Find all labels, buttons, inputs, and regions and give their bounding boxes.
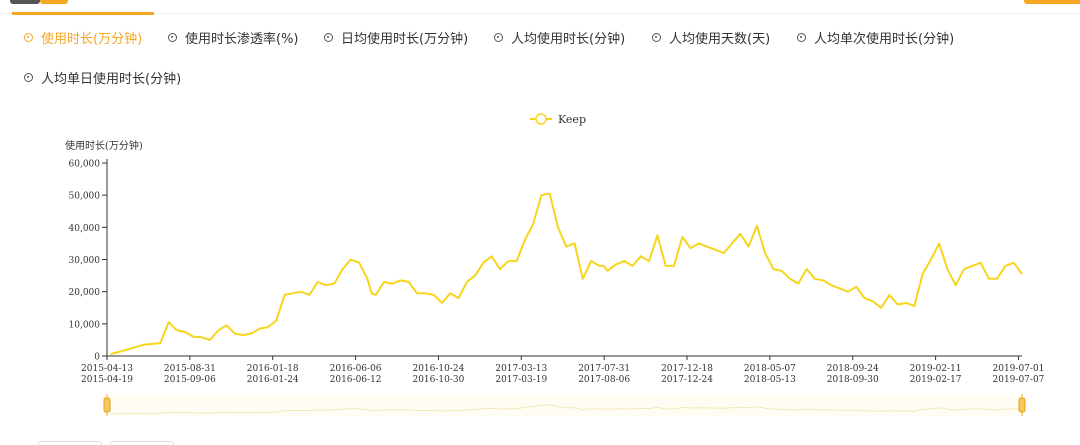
chart-legend[interactable]: Keep <box>530 113 586 126</box>
metric-tabs: 使用时长(万分钟) 使用时长渗透率(%) 日均使用时长(万分钟) 人均使用时长(… <box>0 0 1080 100</box>
x-axis: 2015-04-132015-04-19 2015-08-312015-09-06… <box>81 355 1045 385</box>
y-tick-label: 50,000 <box>69 192 101 202</box>
x-tick-label: 2018-05-07 <box>744 364 796 374</box>
bottom-button-2[interactable] <box>110 441 174 445</box>
tab-per-session-duration[interactable]: 人均单次使用时长(分钟) <box>797 28 954 47</box>
tab-per-user-duration[interactable]: 人均使用时长(分钟) <box>494 28 625 47</box>
x-tick-label: 2015-04-19 <box>81 375 133 385</box>
radio-icon <box>24 73 33 82</box>
tab-usage-duration[interactable]: 使用时长(万分钟) <box>24 28 142 47</box>
y-tick-label: 10,000 <box>69 320 101 330</box>
radio-icon <box>494 33 503 42</box>
x-tick-label: 2017-12-18 <box>661 364 713 374</box>
x-tick-label: 2017-03-13 <box>495 364 547 374</box>
y-tick-label: 30,000 <box>69 256 101 266</box>
tab-label: 人均单日使用时长(分钟) <box>41 72 182 87</box>
x-tick-label: 2016-01-18 <box>247 364 299 374</box>
x-tick-label: 2019-02-17 <box>910 375 962 385</box>
legend-marker-icon <box>535 113 547 125</box>
x-tick-label: 2019-07-07 <box>993 375 1045 385</box>
tab-label: 人均使用时长(分钟) <box>511 32 626 47</box>
y-tick-label: 0 <box>94 353 100 363</box>
x-tick-label: 2016-06-12 <box>330 375 382 385</box>
radio-icon <box>168 33 177 42</box>
tab-per-user-days[interactable]: 人均使用天数(天) <box>652 28 770 47</box>
x-tick-label: 2016-06-06 <box>330 364 382 374</box>
series-line-keep <box>110 192 1023 356</box>
tab-daily-avg-duration[interactable]: 日均使用时长(万分钟) <box>324 28 468 47</box>
radio-icon <box>324 33 333 42</box>
x-tick-label: 2016-10-24 <box>412 364 464 374</box>
x-tick-label: 2019-07-01 <box>993 364 1045 374</box>
radio-icon <box>797 33 806 42</box>
zoom-handle-right-icon[interactable] <box>1018 397 1026 413</box>
y-tick-label: 40,000 <box>69 224 101 234</box>
x-tick-label: 2017-03-19 <box>495 375 547 385</box>
tab-penetration-rate[interactable]: 使用时长渗透率(%) <box>168 28 299 47</box>
radio-icon <box>24 33 33 42</box>
tab-label: 日均使用时长(万分钟) <box>341 32 469 47</box>
x-tick-label: 2018-09-24 <box>827 364 879 374</box>
tab-label: 人均单次使用时长(分钟) <box>814 32 955 47</box>
x-tick-label: 2015-08-31 <box>164 364 216 374</box>
data-zoom-slider[interactable] <box>103 394 1026 416</box>
radio-icon <box>652 33 661 42</box>
tab-label: 使用时长渗透率(%) <box>185 32 299 47</box>
tab-label: 人均使用天数(天) <box>669 32 771 47</box>
tab-per-day-duration[interactable]: 人均单日使用时长(分钟) <box>24 68 181 87</box>
zoom-handle-left-icon[interactable] <box>103 397 111 413</box>
x-tick-label: 2016-10-30 <box>412 375 464 385</box>
x-tick-label: 2015-09-06 <box>164 375 216 385</box>
x-tick-label: 2018-05-13 <box>744 375 796 385</box>
tab-label: 使用时长(万分钟) <box>41 32 143 47</box>
x-tick-label: 2019-02-11 <box>910 364 962 374</box>
series-layer <box>110 192 1023 356</box>
x-tick-label: 2018-09-30 <box>827 375 879 385</box>
y-tick-label: 60,000 <box>69 160 101 170</box>
legend-label: Keep <box>558 113 586 126</box>
x-tick-label: 2017-08-06 <box>578 375 630 385</box>
x-tick-label: 2017-07-31 <box>578 364 630 374</box>
x-tick-label: 2015-04-13 <box>81 364 133 374</box>
x-tick-label: 2017-12-24 <box>661 375 713 385</box>
y-tick-label: 20,000 <box>69 288 101 298</box>
y-axis: 0 10,000 20,000 30,000 40,000 50,000 60,000 <box>69 159 108 363</box>
line-chart: Keep 使用时长(万分钟) 0 10,000 20,000 30,000 40,000… <box>65 113 1045 416</box>
bottom-button-1[interactable] <box>38 441 102 445</box>
y-axis-label: 使用时长(万分钟) <box>65 139 143 152</box>
x-tick-label: 2016-01-24 <box>247 375 299 385</box>
